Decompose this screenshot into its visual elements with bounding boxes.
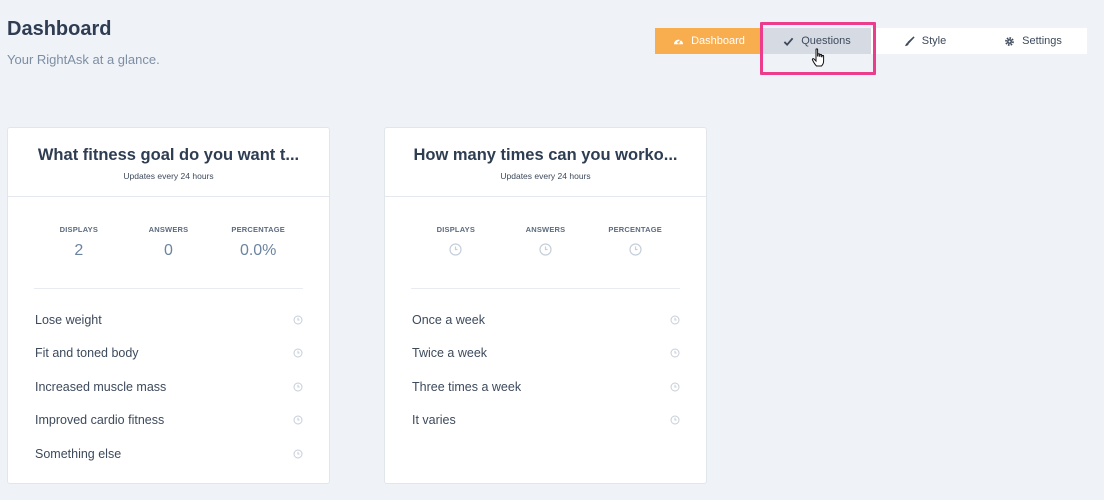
nav-tab-label: Dashboard [691,35,745,47]
stat-displays: DISPLAYS [411,225,501,288]
stat-percentage: PERCENTAGE [590,225,680,288]
clock-icon [293,415,303,425]
stat-displays: DISPLAYS 2 [34,225,124,288]
stat-label: DISPLAYS [59,225,99,234]
answer-label: Improved cardio fitness [35,413,165,428]
answer-list: Once a week Twice a week Three times a w… [411,303,680,437]
clock-icon [293,348,303,358]
answer-item: Fit and toned body [34,337,303,371]
stat-percentage: PERCENTAGE 0.0% [213,225,303,288]
clock-icon [670,382,680,392]
answer-list: Lose weight Fit and toned body Increased… [34,303,303,471]
nav-tab-style[interactable]: Style [871,28,979,54]
card-update-note: Updates every 24 hours [123,171,214,181]
nav-tab-dashboard[interactable]: Dashboard [655,28,763,54]
nav-tab-label: Settings [1022,35,1062,47]
stat-label: ANSWERS [525,225,566,234]
answer-item: It varies [411,404,680,438]
answer-label: It varies [412,413,456,428]
stat-label: PERCENTAGE [231,225,285,234]
answer-label: Twice a week [412,346,488,361]
card-header: How many times can you worko... Updates … [385,128,706,197]
checkmark-icon [783,36,794,47]
answer-item: Something else [34,437,303,471]
stat-label: PERCENTAGE [608,225,662,234]
top-nav: Dashboard Questions Style Settings [655,28,1087,54]
clock-icon [293,382,303,392]
card-update-note: Updates every 24 hours [500,171,591,181]
stat-label: DISPLAYS [436,225,476,234]
clock-icon [670,415,680,425]
stat-answers: ANSWERS 0 [124,225,214,288]
page-subtitle: Your RightAsk at a glance. [7,52,160,67]
card-title: What fitness goal do you want t... [37,146,300,164]
clock-icon [449,243,462,256]
answer-label: Lose weight [35,312,102,327]
answer-item: Three times a week [411,370,680,404]
answer-item: Increased muscle mass [34,370,303,404]
answer-label: Increased muscle mass [35,379,167,394]
stat-answers: ANSWERS [501,225,591,288]
hand-cursor-icon [811,48,827,68]
answer-item: Once a week [411,303,680,337]
card-header: What fitness goal do you want t... Updat… [8,128,329,197]
stat-value: 0.0% [239,242,277,259]
speedometer-icon [673,36,684,47]
answer-label: Three times a week [412,379,522,394]
clock-icon [629,243,642,256]
answer-item: Lose weight [34,303,303,337]
page-title: Dashboard [7,18,112,40]
nav-tab-settings[interactable]: Settings [979,28,1087,54]
question-card: How many times can you worko... Updates … [384,127,707,484]
gear-icon [1004,36,1015,47]
answer-label: Fit and toned body [35,346,139,361]
stat-label: ANSWERS [148,225,189,234]
card-stats: DISPLAYS 2 ANSWERS 0 PERCENTAGE 0.0% [34,225,303,289]
card-title: How many times can you worko... [413,146,678,164]
nav-tab-label: Style [921,35,947,47]
answer-label: Something else [35,446,122,461]
clock-icon [293,449,303,459]
answer-label: Once a week [412,312,485,327]
nav-tab-label: Questions [801,35,851,47]
brush-icon [904,35,915,47]
card-stats: DISPLAYS ANSWERS PERCENTAGE [411,225,680,289]
stat-value: 0 [164,242,173,259]
question-card: What fitness goal do you want t... Updat… [7,127,330,484]
clock-icon [670,348,680,358]
clock-icon [293,315,303,325]
stat-value: 2 [74,242,84,259]
clock-icon [670,315,680,325]
clock-icon [539,243,552,256]
answer-item: Improved cardio fitness [34,404,303,438]
answer-item: Twice a week [411,337,680,371]
